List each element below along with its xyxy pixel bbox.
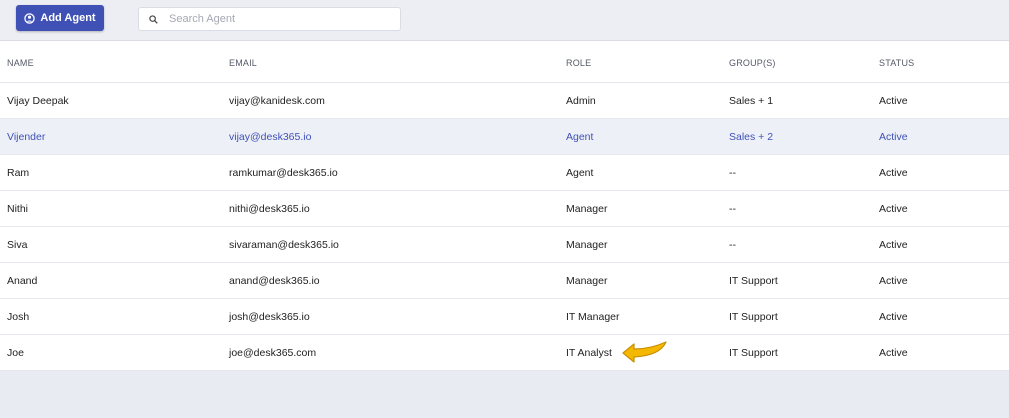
agent-role: Manager (566, 275, 608, 287)
agent-groups: -- (729, 167, 736, 179)
agent-email: vijay@kanidesk.com (229, 95, 325, 107)
agent-status: Active (879, 275, 908, 287)
agent-groups: IT Support (729, 347, 778, 359)
agent-role: Admin (566, 95, 596, 107)
agent-role: IT Analyst (566, 347, 612, 359)
agent-role: Agent (566, 131, 594, 143)
agent-role: Manager (566, 239, 608, 251)
agent-status: Active (879, 131, 908, 143)
agent-name: Anand (7, 275, 38, 287)
agent-email: nithi@desk365.io (229, 203, 310, 215)
table-row[interactable]: Josh josh@desk365.io IT Manager IT Suppo… (0, 299, 1009, 335)
agent-name: Siva (7, 239, 28, 251)
agent-name: Ram (7, 167, 30, 179)
table-row[interactable]: Nithi nithi@desk365.io Manager -- Active (0, 191, 1009, 227)
column-header-groups[interactable]: GROUP(S) (729, 58, 776, 68)
agent-status: Active (879, 311, 908, 323)
column-header-status[interactable]: STATUS (879, 58, 914, 68)
agent-email: josh@desk365.io (229, 311, 310, 323)
agent-email: anand@desk365.io (229, 275, 320, 287)
add-agent-label: Add Agent (40, 12, 96, 24)
column-header-email[interactable]: EMAIL (229, 58, 257, 68)
agent-groups: -- (729, 239, 736, 251)
column-header-role[interactable]: ROLE (566, 58, 591, 68)
agent-status: Active (879, 203, 908, 215)
column-header-name[interactable]: NAME (7, 58, 34, 68)
table-row[interactable]: Ram ramkumar@desk365.io Agent -- Active (0, 155, 1009, 191)
agent-groups: IT Support (729, 275, 778, 287)
search-box[interactable] (138, 7, 401, 31)
agent-status: Active (879, 167, 908, 179)
agent-role: IT Manager (566, 311, 620, 323)
agent-groups: -- (729, 203, 736, 215)
table-header: NAME EMAIL ROLE GROUP(S) STATUS (0, 41, 1009, 83)
agent-email: sivaraman@desk365.io (229, 239, 339, 251)
agent-role: Manager (566, 203, 608, 215)
toolbar: Add Agent (0, 0, 1009, 41)
table-row[interactable]: Siva sivaraman@desk365.io Manager -- Act… (0, 227, 1009, 263)
agent-groups: IT Support (729, 311, 778, 323)
add-agent-button[interactable]: Add Agent (16, 5, 104, 31)
agent-role: Agent (566, 167, 594, 179)
search-input[interactable] (169, 11, 394, 27)
agent-status: Active (879, 95, 908, 107)
add-user-icon (24, 12, 36, 24)
search-icon (149, 15, 158, 24)
table-row[interactable]: Anand anand@desk365.io Manager IT Suppor… (0, 263, 1009, 299)
agent-name: Nithi (7, 203, 29, 215)
table-row[interactable]: Vijay Deepak vijay@kanidesk.com Admin Sa… (0, 83, 1009, 119)
agent-status: Active (879, 347, 908, 359)
agent-groups: Sales + 2 (729, 131, 774, 143)
agent-name: Vijender (7, 131, 46, 143)
agent-groups: Sales + 1 (729, 95, 774, 107)
agent-name: Joe (7, 347, 24, 359)
pointer-arrow-icon (622, 341, 667, 363)
agent-email: ramkumar@desk365.io (229, 167, 338, 179)
agent-status: Active (879, 239, 908, 251)
agent-email: joe@desk365.com (229, 347, 317, 359)
agent-email: vijay@desk365.io (229, 131, 312, 143)
agents-table: NAME EMAIL ROLE GROUP(S) STATUS Vijay De… (0, 41, 1009, 371)
table-row[interactable]: Joe joe@desk365.com IT Analyst IT Suppor… (0, 335, 1009, 371)
agent-name: Vijay Deepak (7, 95, 69, 107)
agent-name: Josh (7, 311, 30, 323)
table-row[interactable]: Vijender vijay@desk365.io Agent Sales + … (0, 119, 1009, 155)
